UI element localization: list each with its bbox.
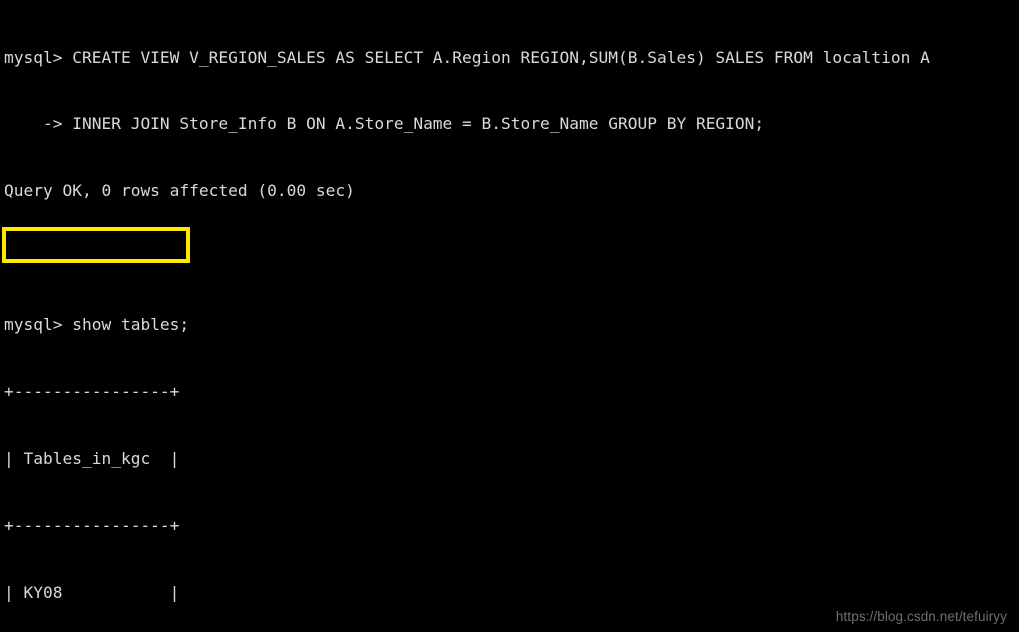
terminal-line: mysql> show tables; xyxy=(4,315,190,335)
terminal-line: | KY08 | xyxy=(4,582,180,602)
terminal-line: +----------------+ xyxy=(4,515,180,535)
terminal-line: -> INNER JOIN Store_Info B ON A.Store_Na… xyxy=(4,114,765,134)
terminal-line: Query OK, 0 rows affected (0.00 sec) xyxy=(4,181,355,201)
watermark-text: https://blog.csdn.net/tefuiryy xyxy=(835,609,1007,624)
terminal-line: mysql> CREATE VIEW V_REGION_SALES AS SEL… xyxy=(4,47,930,67)
terminal-output: mysql> CREATE VIEW V_REGION_SALES AS SEL… xyxy=(4,2,1015,632)
terminal-window[interactable]: mysql> CREATE VIEW V_REGION_SALES AS SEL… xyxy=(0,0,1019,632)
terminal-line: +----------------+ xyxy=(4,382,180,402)
terminal-line: | Tables_in_kgc | xyxy=(4,448,180,468)
